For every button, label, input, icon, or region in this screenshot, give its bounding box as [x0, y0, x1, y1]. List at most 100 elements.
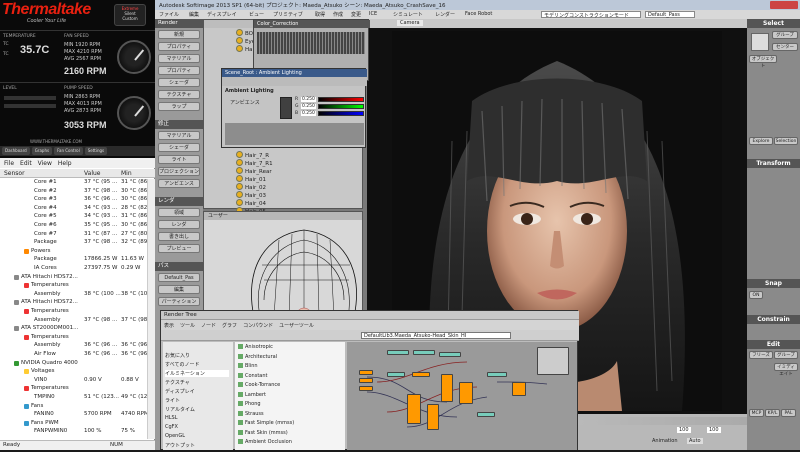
viewport-camera-menu[interactable]: Camera — [397, 20, 423, 26]
mode-selector[interactable]: Extreme Silent Custom — [114, 4, 146, 26]
explorer-node[interactable]: Hair_03 — [236, 191, 266, 199]
auto-key-button[interactable]: Auto — [687, 438, 703, 444]
toolbar-button[interactable]: ライト — [158, 155, 200, 164]
sensor-row[interactable]: Core #7 31 °C (87 ... 27 °C (80 — [0, 231, 155, 239]
explore-button[interactable]: Explore — [749, 137, 773, 145]
main-menu-item[interactable]: ビュー — [249, 11, 264, 18]
object-button[interactable]: オブジェクト — [749, 55, 777, 69]
node-category[interactable]: アウトプット — [165, 442, 195, 449]
mode-select[interactable]: モデリングコンストラクションモード — [541, 11, 641, 19]
sensor-row[interactable]: Core #2 37 °C (98 ... 30 °C (86 — [0, 188, 155, 196]
center-button[interactable]: センター — [772, 43, 798, 51]
sensor-row[interactable]: Package 37 °C (98 ... 32 °C (89 — [0, 239, 155, 247]
material-path-field[interactable]: DefaultLib3.Maeda_Atsuko-Head_Skin_HI — [361, 332, 511, 339]
node-category[interactable]: HLSL — [165, 415, 178, 421]
toolbar-button[interactable]: シェーダ — [158, 78, 200, 87]
sensor-row[interactable]: Assembly 36 °C (96 ... 36 °C (96 — [0, 342, 155, 350]
sensor-row[interactable]: Fans — [0, 403, 155, 411]
render-tree-menu-item[interactable]: コンパウンド — [243, 323, 273, 329]
column-min[interactable]: Min — [121, 170, 132, 177]
toolbar-button[interactable]: 新規 — [158, 30, 200, 39]
graph-node[interactable] — [387, 350, 409, 355]
sensor-row[interactable]: Assembly 38 °C (100 ... 38 °C (100 — [0, 291, 155, 299]
toolbar-button[interactable]: 領域 — [158, 208, 200, 217]
menu-view[interactable]: View — [38, 160, 52, 167]
node-category[interactable]: イルミネーション — [165, 370, 229, 377]
freeze-button[interactable]: フリーズ — [749, 351, 773, 359]
tab-settings[interactable]: Settings — [84, 147, 108, 155]
node-category[interactable]: ライト — [165, 397, 180, 404]
toolbar-button[interactable]: アンビエンス — [158, 179, 200, 188]
node-category[interactable]: ディスプレイ — [165, 388, 195, 395]
sensor-row[interactable]: FANPWMIN0 100 % 75 % — [0, 428, 155, 436]
shader-node-item[interactable]: Phong — [238, 401, 261, 407]
snap-on-toggle[interactable]: ON — [749, 291, 763, 299]
shader-node-item[interactable]: Fast Skin (mmss) — [238, 430, 288, 436]
toolbar-button[interactable]: ラップ — [158, 102, 200, 111]
toolbar-button[interactable]: プロパティ — [158, 66, 200, 75]
main-menu-item[interactable]: ファイル — [159, 11, 179, 18]
explorer-node[interactable]: Hair_04 — [236, 199, 266, 207]
node-category[interactable]: リアルタイム — [165, 406, 195, 413]
tab-dashboard[interactable]: Dashboard — [2, 147, 30, 155]
node-category[interactable]: CgFX — [165, 424, 178, 430]
render-tree-menu-item[interactable]: ユーザーツール — [279, 323, 314, 329]
g-value[interactable]: 0.250 — [301, 104, 316, 109]
sensor-row[interactable]: TMPIN0 51 °C (123... 49 °C (120 — [0, 394, 155, 402]
column-sensor[interactable]: Sensor — [4, 170, 25, 177]
tab-fan-control[interactable]: Fan Control — [54, 147, 83, 155]
b-slider[interactable] — [318, 111, 364, 116]
menu-help[interactable]: Help — [58, 160, 72, 167]
main-menu-item[interactable]: プリミティブ — [273, 11, 303, 18]
main-menu-item[interactable]: Face Robot — [465, 11, 492, 17]
toolbar-button[interactable]: シェーダ — [158, 143, 200, 152]
main-menu-item[interactable]: レンダー — [435, 11, 455, 18]
shader-node-item[interactable]: Ambient Occlusion — [238, 439, 292, 445]
graph-node[interactable] — [487, 372, 507, 377]
graph-node[interactable] — [407, 394, 421, 424]
end-frame[interactable]: 100 — [707, 427, 721, 433]
graph-node[interactable] — [359, 378, 373, 383]
sensor-row[interactable]: Voltages — [0, 368, 155, 376]
ambience-swatch[interactable] — [280, 97, 292, 119]
graph-node[interactable] — [477, 412, 495, 417]
render-tree-menu-item[interactable]: ノード — [201, 323, 216, 329]
group2-button[interactable]: グループ — [774, 351, 798, 359]
sensor-row[interactable]: Core #3 36 °C (96 ... 30 °C (86 — [0, 196, 155, 204]
toolbar-button[interactable]: テクスチャ — [158, 90, 200, 99]
graph-node[interactable] — [512, 382, 526, 396]
sensor-row[interactable]: Fans PWM — [0, 420, 155, 428]
render-tree-menu-item[interactable]: グラフ — [222, 323, 237, 329]
main-menu-item[interactable]: 変更 — [351, 11, 361, 18]
selection-button[interactable]: Selection — [774, 137, 798, 145]
sensor-row[interactable]: ATA ST2000DM001... — [0, 325, 155, 333]
sensor-row[interactable]: Temperatures — [0, 308, 155, 316]
graph-node[interactable] — [387, 372, 405, 377]
main-menu-item[interactable]: ディスプレイ — [207, 11, 237, 18]
explorer-node[interactable]: Hair_7_R1 — [236, 159, 273, 167]
toolbar-button[interactable]: パーティション — [158, 297, 200, 306]
toolbar-button[interactable]: Default_Pas — [158, 273, 200, 282]
b-value[interactable]: 0.250 — [301, 111, 316, 116]
sensor-row[interactable]: NVIDIA Quadro 4000 — [0, 360, 155, 368]
select-arrow-icon[interactable] — [751, 33, 769, 51]
user-viewport[interactable]: ユーザー — [203, 211, 363, 316]
toolbar-button[interactable]: プロジェクション — [158, 167, 200, 176]
explorer-node[interactable]: Hair_7_R — [236, 151, 269, 159]
sensor-row[interactable]: Core #1 37 °C (95 ... 31 °C (86 — [0, 179, 155, 187]
node-category[interactable]: すべてのノード — [165, 361, 199, 368]
node-category[interactable]: OpenGL — [165, 433, 185, 439]
main-menu-item[interactable]: 編集 — [189, 11, 199, 18]
graph-node[interactable] — [441, 374, 453, 402]
shader-node-item[interactable]: Anisotropic — [238, 344, 273, 350]
render-tree-menu-item[interactable]: 表示 — [164, 323, 174, 329]
main-menu-item[interactable]: 取得 — [315, 11, 325, 18]
close-icon[interactable] — [770, 1, 798, 9]
graph-node[interactable] — [359, 370, 373, 375]
sensor-row[interactable]: Air Flow 36 °C (96 ... 36 °C (96 — [0, 351, 155, 359]
explorer-node[interactable]: Hair_01 — [236, 175, 266, 183]
main-menu-item[interactable]: ICE — [369, 11, 377, 17]
r-value[interactable]: 0.250 — [301, 97, 316, 102]
menu-edit[interactable]: Edit — [20, 160, 32, 167]
explorer-node[interactable]: Hair_02 — [236, 183, 266, 191]
